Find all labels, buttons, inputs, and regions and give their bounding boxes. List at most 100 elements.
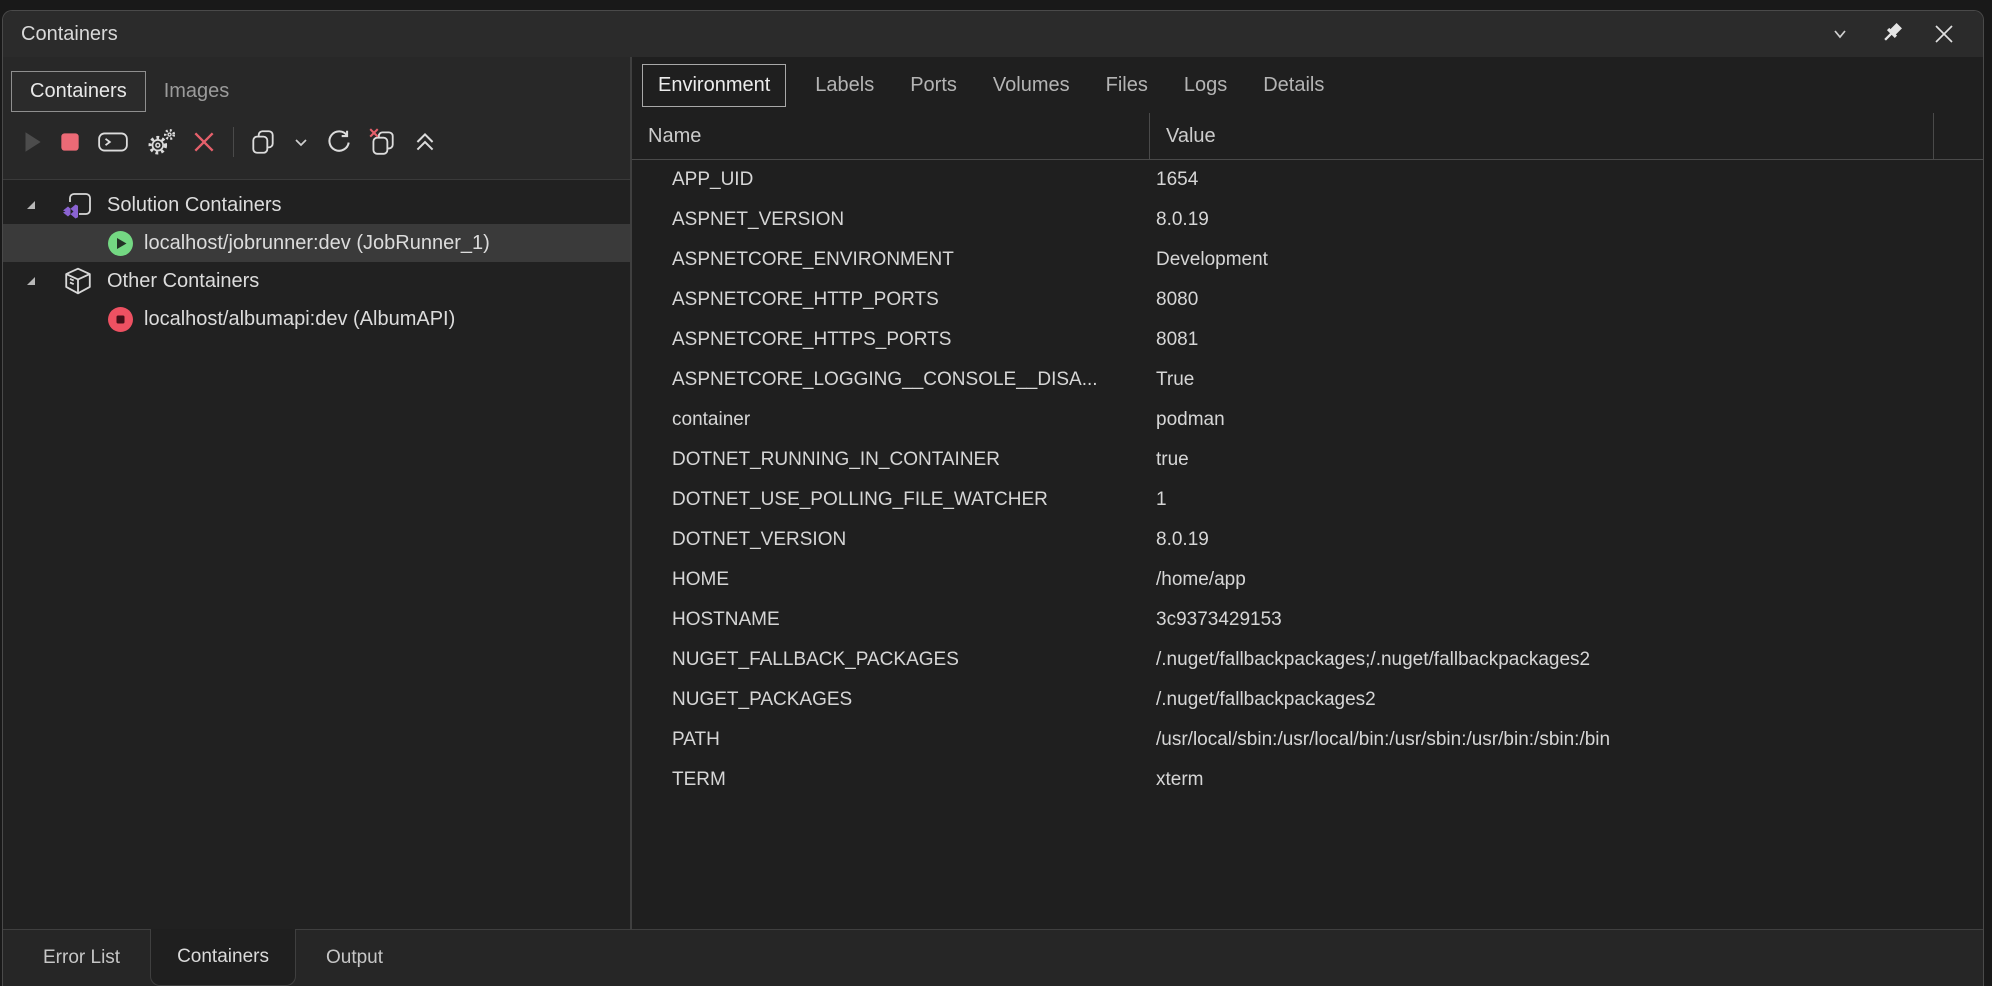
- tree-group-other-containers[interactable]: Other Containers: [3, 262, 630, 300]
- tab-environment[interactable]: Environment: [642, 64, 786, 107]
- start-button[interactable]: [17, 123, 47, 161]
- tree-group-label: Other Containers: [107, 270, 259, 293]
- env-value: xterm: [1149, 769, 1983, 791]
- window-content: Containers Images: [3, 57, 1983, 929]
- table-row[interactable]: container podman: [632, 400, 1983, 440]
- tab-logs[interactable]: Logs: [1169, 65, 1242, 106]
- env-value: /usr/local/sbin:/usr/local/bin:/usr/sbin…: [1149, 729, 1983, 751]
- play-icon: [19, 129, 45, 155]
- toolbar-separator: [233, 127, 234, 157]
- column-header-name[interactable]: Name: [632, 113, 1149, 159]
- containers-explorer-pane: Containers Images: [3, 57, 630, 929]
- env-name: NUGET_PACKAGES: [632, 689, 1149, 711]
- tool-window-tab-strip: Error List Containers Output: [3, 929, 1983, 986]
- column-header-extra: [1933, 113, 1983, 159]
- env-value: /home/app: [1149, 569, 1983, 591]
- env-value: true: [1149, 449, 1983, 471]
- stop-icon: [57, 129, 83, 155]
- env-value: /.nuget/fallbackpackages;/.nuget/fallbac…: [1149, 649, 1983, 671]
- env-name: container: [632, 409, 1149, 431]
- delete-button[interactable]: [189, 123, 219, 161]
- env-value: podman: [1149, 409, 1983, 431]
- tab-images[interactable]: Images: [146, 72, 248, 111]
- pin-icon[interactable]: [1879, 21, 1905, 47]
- env-name: ASPNETCORE_HTTPS_PORTS: [632, 329, 1149, 351]
- collapse-all-icon: [412, 129, 438, 155]
- env-name: ASPNETCORE_LOGGING__CONSOLE__DISA...: [632, 369, 1149, 391]
- env-name: DOTNET_VERSION: [632, 529, 1149, 551]
- tab-files[interactable]: Files: [1091, 65, 1163, 106]
- tree-item-label: localhost/albumapi:dev (AlbumAPI): [144, 308, 455, 331]
- window-position-chevron-icon[interactable]: [1827, 21, 1853, 47]
- bottom-tab-containers[interactable]: Containers: [150, 929, 296, 986]
- tab-containers[interactable]: Containers: [11, 71, 146, 112]
- env-name: HOME: [632, 569, 1149, 591]
- tab-details[interactable]: Details: [1248, 65, 1339, 106]
- environment-variables-grid: Name Value APP_UID 1654 ASPNET_VERSION 8…: [632, 113, 1983, 929]
- table-row[interactable]: ASPNETCORE_LOGGING__CONSOLE__DISA... Tru…: [632, 360, 1983, 400]
- close-icon[interactable]: [1931, 21, 1957, 47]
- table-row[interactable]: TERM xterm: [632, 760, 1983, 800]
- env-name: HOSTNAME: [632, 609, 1149, 631]
- terminal-icon: [97, 129, 129, 155]
- refresh-icon: [325, 128, 353, 156]
- env-value: True: [1149, 369, 1983, 391]
- tree-item-jobrunner[interactable]: localhost/jobrunner:dev (JobRunner_1): [3, 224, 630, 262]
- env-name: ASPNET_VERSION: [632, 209, 1149, 231]
- env-value: /.nuget/fallbackpackages2: [1149, 689, 1983, 711]
- env-value: Development: [1149, 249, 1983, 271]
- bottom-tab-output[interactable]: Output: [296, 930, 413, 986]
- gears-icon: [145, 126, 177, 158]
- expand-arrow-icon[interactable]: [23, 273, 39, 289]
- delete-x-icon: [191, 129, 217, 155]
- bottom-tab-error-list[interactable]: Error List: [13, 930, 150, 986]
- stopped-status-icon: [103, 303, 137, 335]
- table-row[interactable]: NUGET_FALLBACK_PACKAGES /.nuget/fallback…: [632, 640, 1983, 680]
- remove-container-button[interactable]: [362, 123, 402, 161]
- window-title: Containers: [21, 23, 118, 46]
- tree-item-albumapi[interactable]: localhost/albumapi:dev (AlbumAPI): [3, 300, 630, 338]
- solution-container-icon: [61, 189, 95, 221]
- table-row[interactable]: DOTNET_VERSION 8.0.19: [632, 520, 1983, 560]
- containers-tree: Solution Containers localhost/jobrunner:…: [3, 180, 630, 338]
- table-row[interactable]: NUGET_PACKAGES /.nuget/fallbackpackages2: [632, 680, 1983, 720]
- details-tabs: Environment Labels Ports Volumes Files L…: [632, 57, 1983, 113]
- tab-ports[interactable]: Ports: [895, 65, 972, 106]
- table-row[interactable]: ASPNETCORE_HTTP_PORTS 8080: [632, 280, 1983, 320]
- env-value: 3c9373429153: [1149, 609, 1983, 631]
- remove-copy-icon: [367, 127, 397, 157]
- titlebar: Containers: [3, 11, 1983, 57]
- cube-icon: [61, 265, 95, 297]
- table-row[interactable]: DOTNET_RUNNING_IN_CONTAINER true: [632, 440, 1983, 480]
- table-row[interactable]: PATH /usr/local/sbin:/usr/local/bin:/usr…: [632, 720, 1983, 760]
- table-row[interactable]: ASPNETCORE_ENVIRONMENT Development: [632, 240, 1983, 280]
- tree-group-label: Solution Containers: [107, 194, 282, 217]
- table-row[interactable]: ASPNETCORE_HTTPS_PORTS 8081: [632, 320, 1983, 360]
- refresh-button[interactable]: [324, 123, 354, 161]
- column-header-value[interactable]: Value: [1149, 113, 1933, 159]
- env-value: 8080: [1149, 289, 1983, 311]
- containers-toolbar: [3, 113, 630, 171]
- copy-dropdown-chevron-icon[interactable]: [286, 123, 316, 161]
- table-row[interactable]: HOSTNAME 3c9373429153: [632, 600, 1983, 640]
- tree-group-solution-containers[interactable]: Solution Containers: [3, 186, 630, 224]
- table-row[interactable]: HOME /home/app: [632, 560, 1983, 600]
- env-value: 1654: [1149, 169, 1983, 191]
- env-value: 8.0.19: [1149, 529, 1983, 551]
- open-terminal-button[interactable]: [93, 123, 133, 161]
- stop-button[interactable]: [55, 123, 85, 161]
- collapse-all-button[interactable]: [410, 123, 440, 161]
- tab-labels[interactable]: Labels: [800, 65, 889, 106]
- env-value: 8081: [1149, 329, 1983, 351]
- tab-volumes[interactable]: Volumes: [978, 65, 1085, 106]
- table-row[interactable]: DOTNET_USE_POLLING_FILE_WATCHER 1: [632, 480, 1983, 520]
- table-row[interactable]: APP_UID 1654: [632, 160, 1983, 200]
- configure-button[interactable]: [141, 123, 181, 161]
- table-row[interactable]: ASPNET_VERSION 8.0.19: [632, 200, 1983, 240]
- copy-button[interactable]: [248, 123, 278, 161]
- expand-arrow-icon[interactable]: [23, 197, 39, 213]
- env-name: PATH: [632, 729, 1149, 751]
- tree-item-label: localhost/jobrunner:dev (JobRunner_1): [144, 232, 490, 255]
- env-name: TERM: [632, 769, 1149, 791]
- grid-header: Name Value: [632, 113, 1983, 160]
